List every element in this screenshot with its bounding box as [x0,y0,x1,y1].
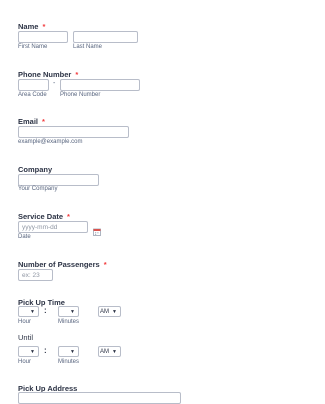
chevron-down-icon: ▼ [112,348,117,355]
required-asterisk: * [103,260,107,269]
pickup-ampm-select[interactable]: AM ▼ [98,306,121,317]
company-input[interactable] [18,174,99,186]
phone-label-text: Phone Number [18,70,72,79]
pickup-minutes-sublabel: Minutes [58,319,80,325]
passengers-label-text: Number of Passengers [18,260,100,269]
chevron-down-icon: ▼ [112,308,117,315]
until-label: Until [18,333,34,342]
first-name-input[interactable] [18,31,68,43]
passengers-label: Number of Passengers * [18,260,107,269]
company-label: Company [18,165,53,174]
calendar-icon-graphic [93,228,101,236]
chevron-down-icon: ▼ [70,308,75,315]
last-name-input[interactable] [73,31,138,43]
passengers-input[interactable] [18,269,53,281]
until-hour-sublabel: Hour [18,359,32,365]
pickup-hour-sublabel: Hour [18,319,32,325]
phone-separator: - [53,80,56,87]
service-date-input[interactable] [18,221,88,233]
email-sublabel: example@example.com [18,139,83,145]
required-asterisk: * [42,117,45,126]
name-label-text: Name [18,22,39,31]
required-asterisk: * [75,70,79,79]
phone-label: Phone Number * [18,70,78,79]
last-name-sublabel: Last Name [73,44,103,50]
service-date-sublabel: Date [18,234,31,240]
pickup-hour-select[interactable]: ▼ [18,306,39,317]
area-code-sublabel: Area Code [18,92,47,98]
email-label-text: Email [18,117,39,126]
until-ampm-value: AM [100,348,110,355]
pickup-minutes-select[interactable]: ▼ [58,306,79,317]
pickup-address-input[interactable] [18,392,181,404]
first-name-sublabel: First Name [18,44,48,50]
service-date-label: Service Date * [18,212,70,221]
until-hour-select[interactable]: ▼ [18,346,39,357]
area-code-input[interactable] [18,79,49,91]
required-asterisk: * [67,212,70,221]
until-ampm-select[interactable]: AM ▼ [98,346,121,357]
calendar-icon[interactable] [93,223,101,236]
service-date-label-text: Service Date [18,212,64,221]
pickup-ampm-value: AM [100,308,110,315]
email-label: Email * [18,117,45,126]
chevron-down-icon: ▼ [30,308,35,315]
required-asterisk: * [42,22,46,31]
chevron-down-icon: ▼ [30,348,35,355]
until-minutes-sublabel: Minutes [58,359,80,365]
chevron-down-icon: ▼ [70,348,75,355]
phone-number-input[interactable] [60,79,140,91]
pickup-time-separator: : [44,306,47,315]
phone-number-sublabel: Phone Number [60,92,101,98]
name-label: Name * [18,22,45,31]
until-time-separator: : [44,346,47,355]
company-sublabel: Your Company [18,186,58,192]
until-minutes-select[interactable]: ▼ [58,346,79,357]
email-input[interactable] [18,126,129,138]
